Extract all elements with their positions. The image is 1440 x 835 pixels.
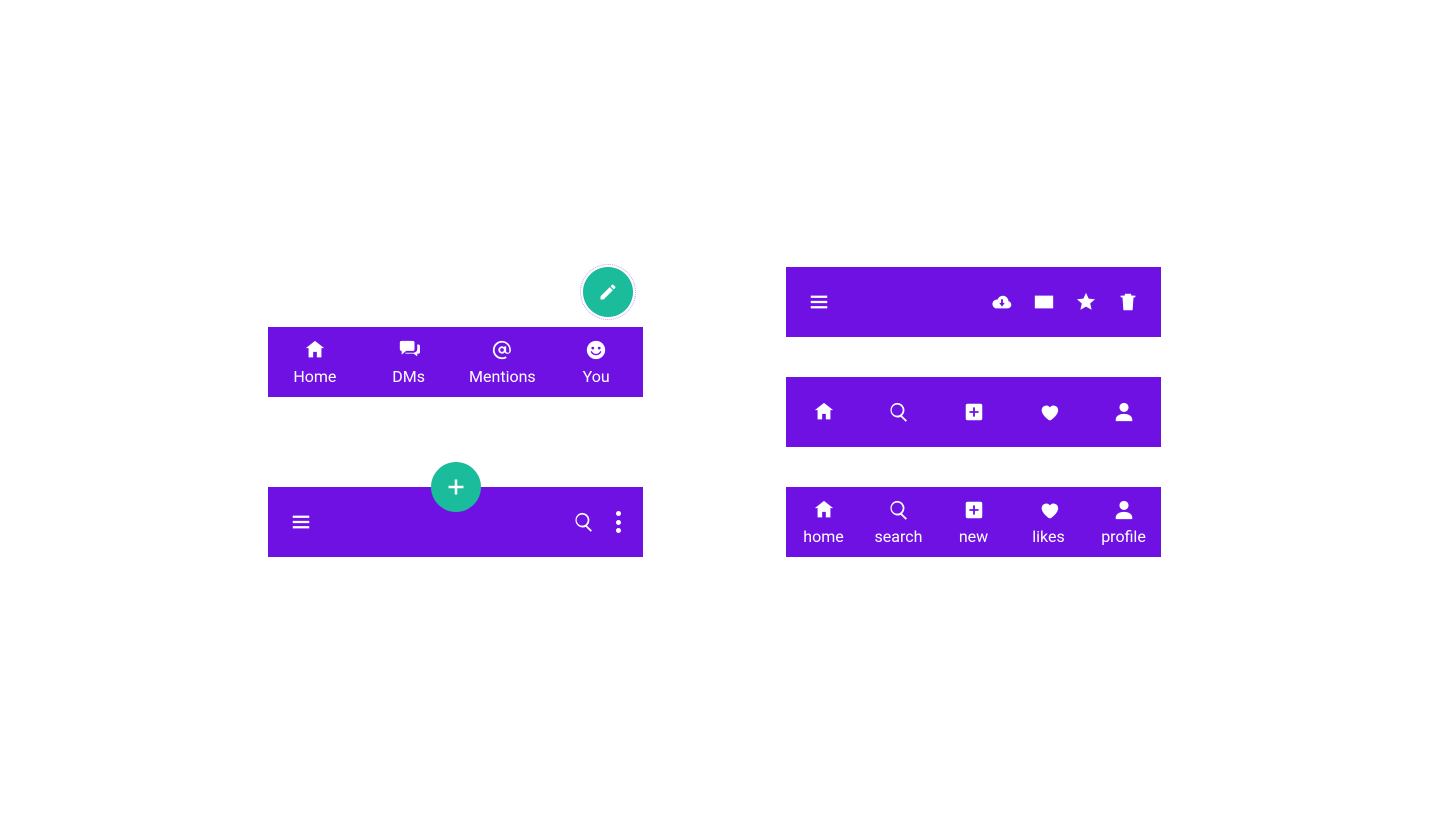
tab-home[interactable]: home: [786, 499, 861, 546]
plus-square-icon: [963, 401, 985, 423]
tab-bar-labeled-5: home search new likes profile: [786, 487, 1161, 557]
tab-label: search: [875, 527, 923, 546]
search-icon: [888, 499, 910, 521]
tab-label: You: [583, 367, 610, 386]
tab-label: likes: [1032, 527, 1064, 546]
plus-square-icon: [963, 499, 985, 521]
tab-you[interactable]: You: [549, 339, 643, 386]
toolbar-with-fab: [268, 487, 643, 557]
tab-dms[interactable]: DMs: [362, 339, 456, 386]
plus-icon: [446, 477, 466, 497]
user-icon: [1113, 499, 1135, 521]
tab-profile[interactable]: profile: [1086, 499, 1161, 546]
menu-button[interactable]: [808, 291, 830, 313]
home-icon: [813, 499, 835, 521]
compose-fab[interactable]: [583, 267, 633, 317]
tab-search[interactable]: [861, 401, 936, 423]
tab-search[interactable]: search: [861, 499, 936, 546]
tab-label: profile: [1101, 527, 1146, 546]
tab-new[interactable]: [936, 401, 1011, 423]
tab-home[interactable]: [786, 401, 861, 423]
tab-bar-icons-only: [786, 377, 1161, 447]
action-toolbar: [786, 267, 1161, 337]
search-icon: [573, 511, 595, 533]
trash-icon: [1117, 291, 1139, 313]
home-icon: [304, 339, 326, 361]
cloud-download-icon: [991, 291, 1013, 313]
user-icon: [1113, 401, 1135, 423]
tab-home[interactable]: Home: [268, 339, 362, 386]
mail-button[interactable]: [1033, 291, 1055, 313]
menu-button[interactable]: [290, 511, 312, 533]
tab-label: Home: [293, 367, 336, 386]
tab-mentions[interactable]: Mentions: [456, 339, 550, 386]
tab-label: Mentions: [469, 367, 536, 386]
comments-icon: [398, 339, 420, 361]
tab-label: DMs: [392, 367, 425, 386]
bars-icon: [808, 291, 830, 313]
add-fab[interactable]: [431, 462, 481, 512]
delete-button[interactable]: [1117, 291, 1139, 313]
heart-icon: [1038, 401, 1060, 423]
home-icon: [813, 401, 835, 423]
envelope-icon: [1033, 291, 1055, 313]
at-icon: [491, 339, 513, 361]
download-button[interactable]: [991, 291, 1013, 313]
heart-icon: [1038, 499, 1060, 521]
tab-new[interactable]: new: [936, 499, 1011, 546]
pencil-icon: [598, 282, 618, 302]
tab-label: home: [803, 527, 843, 546]
tab-likes[interactable]: [1011, 401, 1086, 423]
bars-icon: [290, 511, 312, 533]
tab-bar-labeled: Home DMs Mentions You: [268, 327, 643, 397]
more-button[interactable]: [615, 511, 621, 533]
smile-icon: [585, 339, 607, 361]
tab-label: new: [959, 527, 988, 546]
tab-profile[interactable]: [1086, 401, 1161, 423]
favorite-button[interactable]: [1075, 291, 1097, 313]
tab-likes[interactable]: likes: [1011, 499, 1086, 546]
search-button[interactable]: [573, 511, 595, 533]
search-icon: [888, 401, 910, 423]
star-icon: [1075, 291, 1097, 313]
